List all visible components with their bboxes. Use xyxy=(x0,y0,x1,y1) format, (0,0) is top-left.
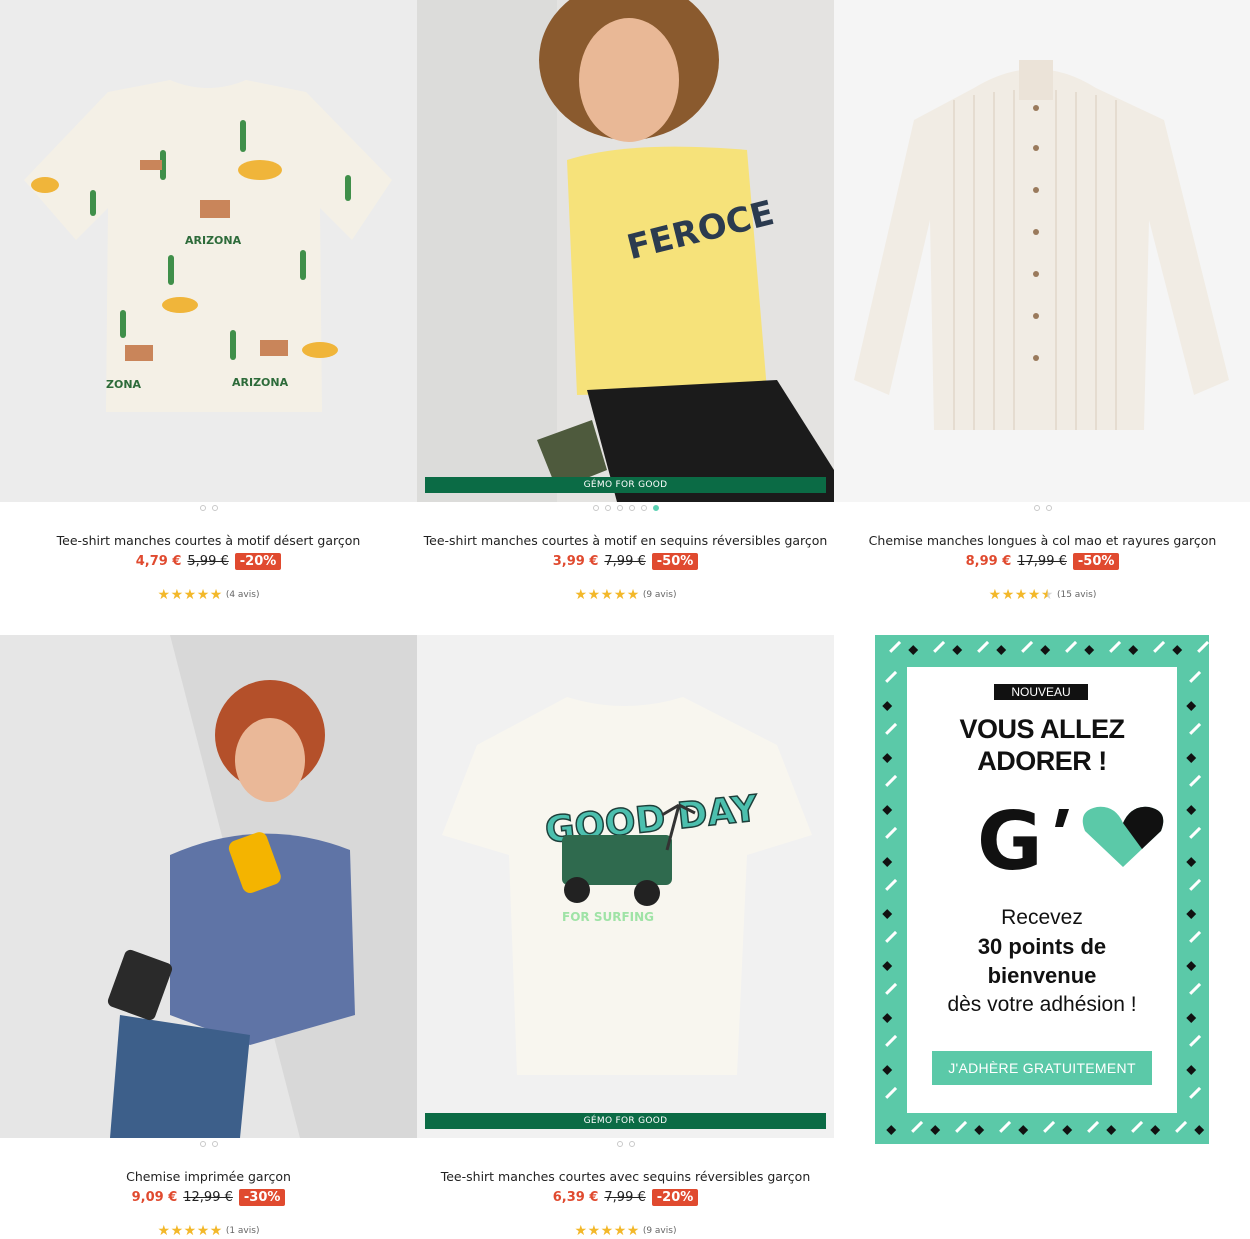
product-price: 6,39 € 7,99 € -20% xyxy=(417,1189,834,1206)
current-price: 6,39 € xyxy=(552,1190,599,1205)
discount-badge: -20% xyxy=(234,553,282,570)
product-price: 3,99 € 7,99 € -50% xyxy=(417,553,834,570)
promo-offer-text: Recevez 30 points de bienvenue dès votre… xyxy=(907,903,1177,1019)
review-count: (15 avis) xyxy=(1056,590,1097,600)
logo-letter: G xyxy=(977,797,1043,877)
carousel-dot-icon[interactable] xyxy=(1033,505,1040,511)
promo-headline-line: ADORER ! xyxy=(977,746,1107,776)
star-icon: ★ xyxy=(1014,587,1028,603)
product-price: 8,99 € 17,99 € -50% xyxy=(834,553,1250,570)
old-price: 5,99 € xyxy=(187,554,229,569)
product-image[interactable]: GOOD DAY FOR SURFING GÉMO FOR GOOD xyxy=(417,635,834,1138)
carousel-dots[interactable] xyxy=(0,1141,417,1147)
svg-text:ZONA: ZONA xyxy=(106,378,142,391)
offer-line: dès votre adhésion ! xyxy=(947,993,1137,1016)
discount-badge: -20% xyxy=(651,1189,699,1206)
product-name[interactable]: Tee-shirt manches courtes à motif désert… xyxy=(0,533,417,548)
star-icon: ★★★★★ xyxy=(157,1223,223,1239)
product-name[interactable]: Tee-shirt manches courtes avec sequins r… xyxy=(417,1169,834,1184)
product-name[interactable]: Tee-shirt manches courtes à motif en seq… xyxy=(417,533,834,548)
carousel-dot-icon[interactable] xyxy=(199,505,206,511)
join-free-button[interactable]: J'ADHÈRE GRATUITEMENT xyxy=(932,1051,1152,1085)
gemo-for-good-badge: GÉMO FOR GOOD xyxy=(425,477,826,493)
product-rating[interactable]: ★★★★★ (4 avis) xyxy=(0,587,417,603)
carousel-dot-icon[interactable] xyxy=(628,505,635,511)
star-icon: ★★★★★ xyxy=(574,1223,640,1239)
svg-text:ARIZONA: ARIZONA xyxy=(232,376,289,389)
product-image[interactable] xyxy=(0,635,417,1138)
current-price: 3,99 € xyxy=(552,554,599,569)
star-icon: ★★★★★ xyxy=(989,587,1054,603)
product-name[interactable]: Chemise imprimée garçon xyxy=(0,1169,417,1184)
carousel-dot-icon[interactable] xyxy=(604,505,611,511)
carousel-dots[interactable] xyxy=(0,505,417,511)
product-name[interactable]: Chemise manches longues à col mao et ray… xyxy=(834,533,1250,548)
old-price: 17,99 € xyxy=(1017,554,1067,569)
star-icon: ★ xyxy=(1001,587,1015,603)
new-tag: NOUVEAU xyxy=(994,684,1088,700)
carousel-dot-icon[interactable] xyxy=(1045,505,1052,511)
product-rating[interactable]: ★★★★★ (15 avis) xyxy=(834,587,1250,603)
current-price: 8,99 € xyxy=(965,554,1012,569)
old-price: 7,99 € xyxy=(604,554,646,569)
carousel-dot-icon[interactable] xyxy=(640,505,647,511)
carousel-dot-icon[interactable] xyxy=(628,1141,635,1147)
review-count: (4 avis) xyxy=(225,590,260,600)
review-count: (1 avis) xyxy=(225,1226,260,1236)
star-icon: ★★★★★ xyxy=(574,587,640,603)
carousel-dots[interactable] xyxy=(834,505,1250,511)
current-price: 9,09 € xyxy=(131,1190,178,1205)
carousel-dot-icon[interactable] xyxy=(616,1141,623,1147)
product-image[interactable] xyxy=(834,0,1250,502)
product-rating[interactable]: ★★★★★ (9 avis) xyxy=(417,587,834,603)
loyalty-promo-banner[interactable]: NOUVEAU VOUS ALLEZ ADORER ! G Recevez 30… xyxy=(875,635,1209,1144)
star-icon: ★ xyxy=(988,587,1002,603)
product-rating[interactable]: ★★★★★ (1 avis) xyxy=(0,1223,417,1239)
carousel-dots[interactable] xyxy=(417,1141,834,1147)
carousel-dot-icon[interactable] xyxy=(652,505,659,511)
star-icon: ★ xyxy=(1040,587,1054,603)
product-rating[interactable]: ★★★★★ (9 avis) xyxy=(417,1223,834,1239)
promo-content: NOUVEAU VOUS ALLEZ ADORER ! G Recevez 30… xyxy=(907,667,1177,1113)
discount-badge: -50% xyxy=(651,553,699,570)
discount-badge: -50% xyxy=(1072,553,1120,570)
carousel-dot-icon[interactable] xyxy=(616,505,623,511)
svg-text:FOR SURFING: FOR SURFING xyxy=(562,910,654,924)
gemo-for-good-badge: GÉMO FOR GOOD xyxy=(425,1113,826,1129)
discount-badge: -30% xyxy=(238,1189,286,1206)
product-price: 4,79 € 5,99 € -20% xyxy=(0,553,417,570)
product-image[interactable]: FEROCE GÉMO FOR GOOD xyxy=(417,0,834,502)
star-icon: ★ xyxy=(1027,587,1041,603)
star-icon: ★★★★★ xyxy=(157,587,223,603)
carousel-dot-icon[interactable] xyxy=(211,505,218,511)
review-count: (9 avis) xyxy=(642,1226,677,1236)
offer-line-bold: 30 points de xyxy=(977,934,1107,959)
current-price: 4,79 € xyxy=(135,554,182,569)
old-price: 7,99 € xyxy=(604,1190,646,1205)
product-price: 9,09 € 12,99 € -30% xyxy=(0,1189,417,1206)
carousel-dots[interactable] xyxy=(417,505,834,511)
review-count: (9 avis) xyxy=(642,590,677,600)
promo-headline-line: VOUS ALLEZ xyxy=(959,714,1125,744)
product-image[interactable]: ARIZONA ARIZONA ZONA xyxy=(0,0,417,502)
promo-headline: VOUS ALLEZ ADORER ! xyxy=(907,713,1177,777)
offer-line-bold: bienvenue xyxy=(987,963,1097,988)
carousel-dot-icon[interactable] xyxy=(199,1141,206,1147)
old-price: 12,99 € xyxy=(183,1190,233,1205)
svg-text:ARIZONA: ARIZONA xyxy=(185,234,242,247)
carousel-dot-icon[interactable] xyxy=(592,505,599,511)
carousel-dot-icon[interactable] xyxy=(211,1141,218,1147)
offer-line: Recevez xyxy=(1001,906,1083,929)
